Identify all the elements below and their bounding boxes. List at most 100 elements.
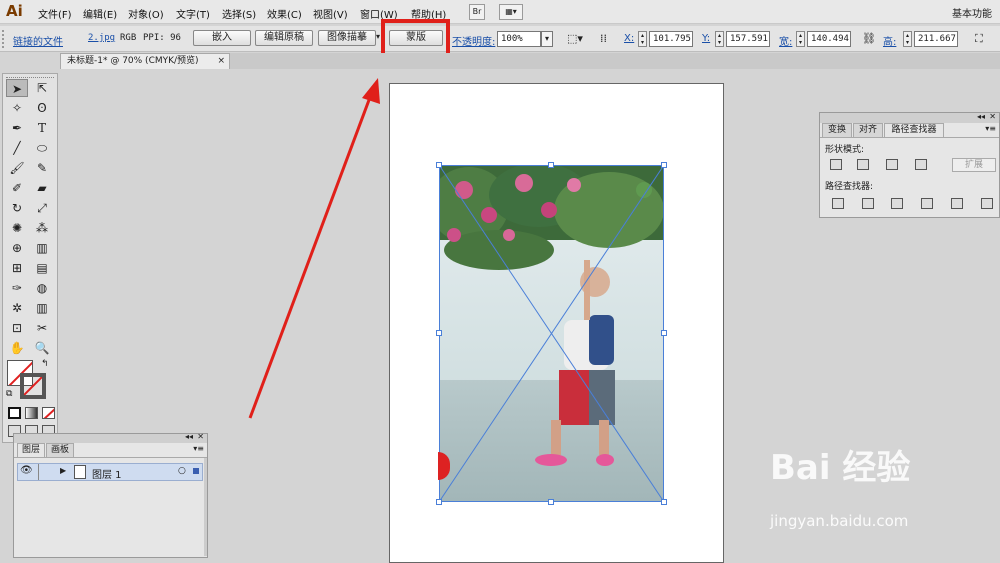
handle-top-left[interactable] xyxy=(436,162,442,168)
file-name-link[interactable]: 2.jpg xyxy=(88,33,115,43)
paintbrush-tool-icon[interactable]: 🖌 xyxy=(6,159,28,177)
arrange-documents-button[interactable]: ▦▾ xyxy=(499,4,523,20)
layers-menu-icon[interactable]: ▾≡ xyxy=(193,444,204,453)
outline-icon[interactable] xyxy=(951,198,963,209)
ellipse-tool-icon[interactable]: ⬭ xyxy=(31,139,53,157)
opacity-dropdown-icon[interactable]: ▾ xyxy=(541,31,553,47)
tab-transform[interactable]: 变换 xyxy=(822,123,852,137)
scale-tool-icon[interactable]: ⤢ xyxy=(31,199,53,217)
shape-builder-tool-icon[interactable]: ⊕ xyxy=(6,239,28,257)
handle-bottom-left[interactable] xyxy=(436,499,442,505)
perspective-grid-tool-icon[interactable]: ▥ xyxy=(31,239,53,257)
color-mode-icon[interactable] xyxy=(8,407,21,419)
selection-indicator[interactable] xyxy=(193,468,199,474)
symbol-sprayer-tool-icon[interactable]: ✲ xyxy=(6,299,28,317)
gradient-tool-icon[interactable]: ▤ xyxy=(31,259,53,277)
target-circle-icon[interactable]: ○ xyxy=(178,466,186,476)
close-panel-icon[interactable]: ✕ xyxy=(989,112,996,121)
layers-close-icon[interactable]: ✕ xyxy=(197,432,204,441)
linked-file-link[interactable]: 链接的文件 xyxy=(13,33,63,48)
trim-icon[interactable] xyxy=(862,198,874,209)
height-stepper[interactable]: ▴ ▾ xyxy=(903,31,912,47)
selection-tool-icon[interactable]: ➤ xyxy=(6,79,28,97)
intersect-icon[interactable] xyxy=(886,159,898,170)
unite-icon[interactable] xyxy=(830,159,842,170)
type-tool-icon[interactable]: T xyxy=(31,119,53,137)
pen-tool-icon[interactable]: ✒ xyxy=(6,119,28,137)
line-tool-icon[interactable]: ╱ xyxy=(6,139,28,157)
width-stepper[interactable]: ▴ ▾ xyxy=(796,31,805,47)
opacity-input[interactable]: 100% xyxy=(497,31,541,47)
handle-bottom-right[interactable] xyxy=(661,499,667,505)
artboard-tool-icon[interactable]: ⊡ xyxy=(6,319,28,337)
handle-top-right[interactable] xyxy=(661,162,667,168)
lock-toggle[interactable] xyxy=(38,464,52,480)
height-input[interactable]: 211.667 xyxy=(914,31,958,47)
menu-type[interactable]: 文字(T) xyxy=(176,6,210,21)
swap-fill-stroke-icon[interactable]: ↰ xyxy=(41,359,49,369)
divide-icon[interactable] xyxy=(832,198,844,209)
mesh-tool-icon[interactable]: ⊞ xyxy=(6,259,28,277)
crop-icon[interactable] xyxy=(921,198,933,209)
layers-collapse-icon[interactable]: ◂◂ xyxy=(185,432,193,441)
menu-object[interactable]: 对象(O) xyxy=(128,6,164,21)
warp-tool-icon[interactable]: ✺ xyxy=(6,219,28,237)
eraser-tool-icon[interactable]: ▰ xyxy=(31,179,53,197)
document-tab[interactable]: 未标题-1* @ 70% (CMYK/预览) × xyxy=(60,53,230,69)
magic-wand-tool-icon[interactable]: ✧ xyxy=(6,99,28,117)
blend-tool-icon[interactable]: ◍ xyxy=(31,279,53,297)
bridge-button[interactable]: Br xyxy=(469,4,485,20)
eyedropper-tool-icon[interactable]: ✑ xyxy=(6,279,28,297)
gradient-mode-icon[interactable] xyxy=(25,407,38,419)
opacity-label[interactable]: 不透明度: xyxy=(452,33,495,48)
collapse-icon[interactable]: ◂◂ xyxy=(977,112,985,121)
grip-handle[interactable] xyxy=(2,30,4,48)
panel-header[interactable] xyxy=(820,113,999,123)
placed-image[interactable] xyxy=(439,165,664,502)
stroke-swatch[interactable] xyxy=(20,373,46,399)
recolor-icon[interactable]: ⬚▾ xyxy=(567,32,583,45)
merge-icon[interactable] xyxy=(891,198,903,209)
tab-pathfinder[interactable]: 路径查找器 xyxy=(884,123,944,137)
rotate-tool-icon[interactable]: ↻ xyxy=(6,199,28,217)
embed-button[interactable]: 嵌入 xyxy=(193,30,251,46)
zoom-tool-icon[interactable]: 🔍 xyxy=(31,339,53,357)
layer-name[interactable]: 图层 1 xyxy=(92,466,122,481)
panel-menu-icon[interactable]: ▾≡ xyxy=(985,124,996,133)
minus-back-icon[interactable] xyxy=(981,198,993,209)
layers-panel-header[interactable] xyxy=(14,434,207,443)
y-input[interactable]: 157.591 xyxy=(726,31,770,47)
layers-scrollbar[interactable] xyxy=(204,458,207,556)
blob-brush-tool-icon[interactable]: ✐ xyxy=(6,179,28,197)
exclude-icon[interactable] xyxy=(915,159,927,170)
width-input[interactable]: 140.494 xyxy=(807,31,851,47)
menu-view[interactable]: 视图(V) xyxy=(313,6,348,21)
handle-top-middle[interactable] xyxy=(548,162,554,168)
hand-tool-icon[interactable]: ✋ xyxy=(6,339,28,357)
menu-effect[interactable]: 效果(C) xyxy=(267,6,302,21)
handle-middle-right[interactable] xyxy=(661,330,667,336)
lasso-tool-icon[interactable]: ʘ xyxy=(31,99,53,117)
expand-button[interactable]: 扩展 xyxy=(952,158,996,172)
handle-bottom-middle[interactable] xyxy=(548,499,554,505)
y-stepper[interactable]: ▴ ▾ xyxy=(715,31,724,47)
none-mode-icon[interactable] xyxy=(42,407,55,419)
reference-point-icon[interactable]: ⁞⁞ xyxy=(600,32,607,45)
minus-front-icon[interactable] xyxy=(857,159,869,170)
tab-artboards[interactable]: 画板 xyxy=(46,443,74,457)
free-transform-tool-icon[interactable]: ⁂ xyxy=(31,219,53,237)
close-tab-icon[interactable]: × xyxy=(217,54,225,68)
slice-tool-icon[interactable]: ✂ xyxy=(31,319,53,337)
transform-icon[interactable]: ⛶ xyxy=(975,32,983,46)
workspace-switcher[interactable]: 基本功能 xyxy=(952,5,992,20)
expand-layer-icon[interactable]: ▶ xyxy=(60,466,66,475)
menu-file[interactable]: 文件(F) xyxy=(38,6,72,21)
menu-edit[interactable]: 编辑(E) xyxy=(83,6,117,21)
x-stepper[interactable]: ▴ ▾ xyxy=(638,31,647,47)
menu-select[interactable]: 选择(S) xyxy=(222,6,256,21)
direct-selection-tool-icon[interactable]: ⇱ xyxy=(31,79,53,97)
x-input[interactable]: 101.795 xyxy=(649,31,693,47)
edit-original-button[interactable]: 编辑原稿 xyxy=(255,30,313,46)
constrain-link-icon[interactable]: ⛓ xyxy=(862,32,876,45)
layer-row[interactable]: 👁 ▶ 图层 1 ○ xyxy=(17,463,203,481)
